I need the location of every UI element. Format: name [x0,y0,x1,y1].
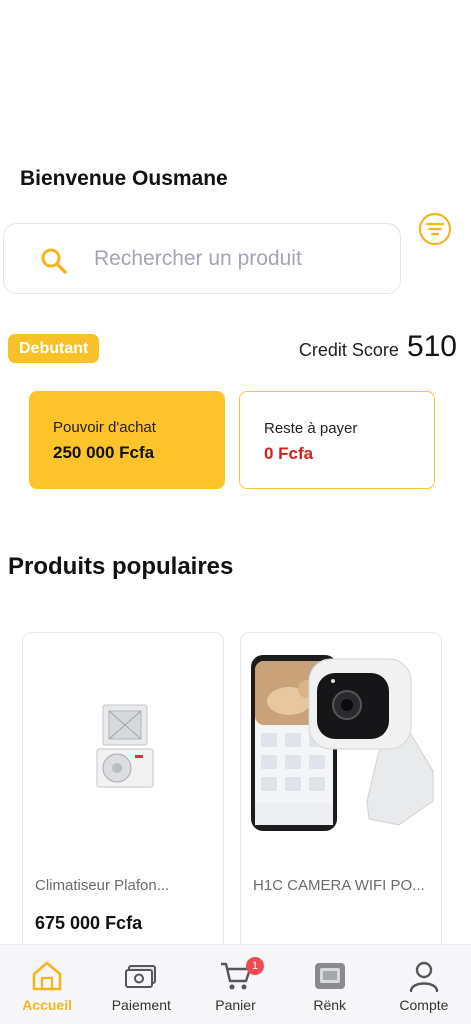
air-conditioner-image [96,704,154,788]
remaining-title: Reste à payer [264,420,358,437]
popular-products-title: Produits populaires [8,553,234,580]
nav-item-renk[interactable]: Rënk [283,945,377,1024]
rank-icon [314,963,345,989]
camera-image [251,655,434,831]
nav-item-compte[interactable]: Compte [377,945,471,1024]
search-input[interactable] [94,240,308,278]
nav-item-panier[interactable]: Panier [188,945,282,1024]
filter-icon[interactable] [418,212,452,246]
account-icon [409,961,439,993]
home-icon [32,961,62,991]
purchase-power-title: Pouvoir d'achat [53,419,156,436]
nav-item-paiement[interactable]: Paiement [94,945,188,1024]
nav-label: Accueil [22,997,72,1013]
remaining-amount: 0 Fcfa [264,444,314,463]
product-price: 675 000 Fcfa [35,913,143,933]
greeting-title: Bienvenue Ousmane [20,167,228,190]
purchase-power-amount: 250 000 Fcfa [53,443,155,462]
nav-item-accueil[interactable]: Accueil [0,945,94,1024]
search-icon [41,248,67,274]
nav-label: Panier [215,997,256,1013]
remaining-card[interactable]: Reste à payer 0 Fcfa [239,391,435,489]
purchase-power-card[interactable]: Pouvoir d'achat 250 000 Fcfa [29,391,225,489]
level-badge: Debutant [8,334,100,363]
cart-count-badge: 1 [246,957,264,975]
nav-label: Compte [399,997,449,1013]
credit-score-value: 510 [406,330,457,363]
search-bar[interactable] [3,223,401,294]
product-name: Climatiseur Plafon... [35,877,170,894]
nav-label: Paiement [111,997,171,1013]
bottom-navigation: Accueil Paiement Panier Rënk Compte [0,944,471,1024]
product-name: H1C CAMERA WIFI PO... [253,877,425,894]
product-card[interactable]: Climatiseur Plafon... 675 000 Fcfa [22,632,224,972]
product-card[interactable]: H1C CAMERA WIFI PO... [240,632,442,972]
nav-label: Rënk [313,997,347,1013]
payment-icon [125,965,157,988]
credit-score-label: Credit Score [298,340,399,360]
credit-score: Credit Score 510 [299,330,457,364]
